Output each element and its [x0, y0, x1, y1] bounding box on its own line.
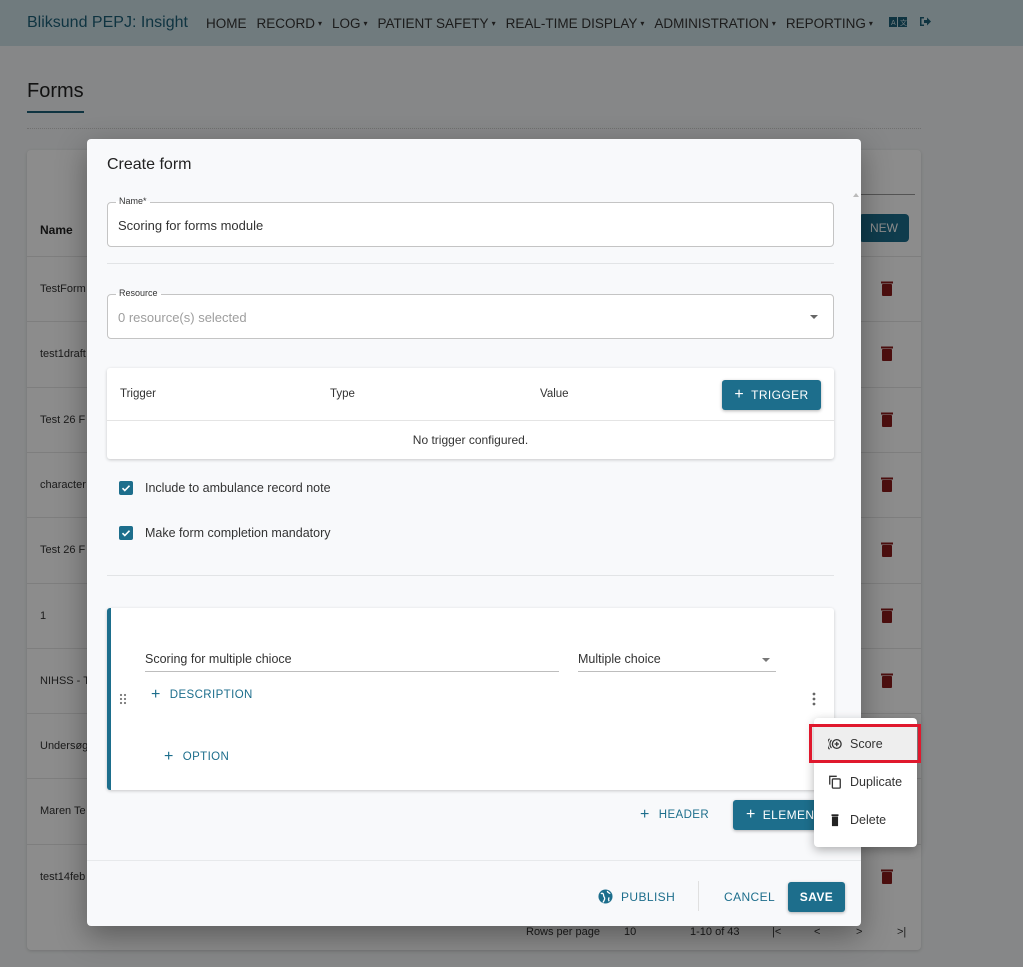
add-header-label: HEADER	[658, 809, 710, 821]
trigger-table: Trigger Type Value + TRIGGER No trigger c…	[107, 368, 834, 459]
column-header-value: Value	[540, 388, 569, 400]
checkbox-checked-icon[interactable]	[119, 481, 133, 495]
checkbox-label: Include to ambulance record note	[145, 481, 331, 495]
element-type-value: Multiple choice	[578, 652, 661, 666]
globe-icon	[598, 889, 613, 904]
dialog-title: Create form	[107, 156, 192, 173]
name-field-value: Scoring for forms module	[118, 218, 264, 233]
question-input[interactable]: Scoring for multiple chioce	[145, 648, 559, 672]
plus-icon: +	[640, 806, 650, 823]
highlight-annotation	[809, 724, 921, 763]
menu-item-label: Duplicate	[850, 775, 903, 789]
publish-button[interactable]: PUBLISH	[598, 889, 675, 904]
include-ambulance-note-checkbox[interactable]: Include to ambulance record note	[119, 481, 331, 495]
plus-icon: +	[151, 686, 161, 703]
plus-icon: +	[734, 386, 745, 403]
menu-item-duplicate[interactable]: Duplicate	[814, 764, 917, 800]
checkbox-checked-icon[interactable]	[119, 526, 133, 540]
menu-item-label: Delete	[850, 813, 887, 827]
duplicate-icon	[829, 775, 841, 789]
cancel-button[interactable]: CANCEL	[724, 890, 775, 904]
divider	[698, 881, 699, 911]
add-trigger-label: TRIGGER	[751, 388, 809, 402]
name-field[interactable]: Name* Scoring for forms module	[107, 196, 834, 247]
resource-select-placeholder: 0 resource(s) selected	[118, 310, 247, 325]
plus-icon: +	[746, 806, 756, 823]
more-options-icon[interactable]	[812, 692, 816, 706]
add-option-label: OPTION	[182, 751, 230, 763]
menu-item-delete[interactable]: Delete	[814, 802, 917, 838]
dropdown-arrow-icon	[810, 315, 818, 319]
dropdown-arrow-icon	[762, 658, 770, 662]
divider	[107, 575, 834, 576]
element-type-select[interactable]: Multiple choice	[578, 648, 776, 672]
form-element-card: Scoring for multiple chioce Multiple cho…	[107, 608, 834, 790]
mandatory-completion-checkbox[interactable]: Make form completion mandatory	[119, 526, 331, 540]
add-description-label: DESCRIPTION	[169, 689, 253, 701]
divider	[107, 263, 834, 264]
create-form-dialog: Create form Name* Scoring for forms modu…	[87, 139, 861, 926]
resource-select-label: Resource	[116, 288, 161, 298]
scrollbar-up-arrow[interactable]	[853, 193, 859, 197]
name-field-label: Name*	[116, 196, 150, 206]
divider	[107, 420, 834, 421]
save-button[interactable]: SAVE	[788, 882, 845, 912]
drag-handle-icon[interactable]	[119, 693, 127, 705]
divider	[87, 860, 861, 861]
empty-state-text: No trigger configured.	[412, 433, 529, 447]
add-description-button[interactable]: + DESCRIPTION	[151, 686, 253, 704]
checkbox-label: Make form completion mandatory	[145, 526, 331, 540]
plus-icon: +	[164, 748, 174, 765]
column-header-trigger: Trigger	[120, 388, 156, 400]
resource-select[interactable]: Resource 0 resource(s) selected	[107, 288, 834, 339]
add-option-button[interactable]: + OPTION	[164, 748, 229, 766]
delete-icon	[831, 814, 839, 827]
column-header-type: Type	[330, 388, 355, 400]
add-trigger-button[interactable]: + TRIGGER	[722, 380, 821, 410]
add-header-button[interactable]: + HEADER	[640, 806, 709, 824]
publish-label: PUBLISH	[621, 889, 676, 904]
